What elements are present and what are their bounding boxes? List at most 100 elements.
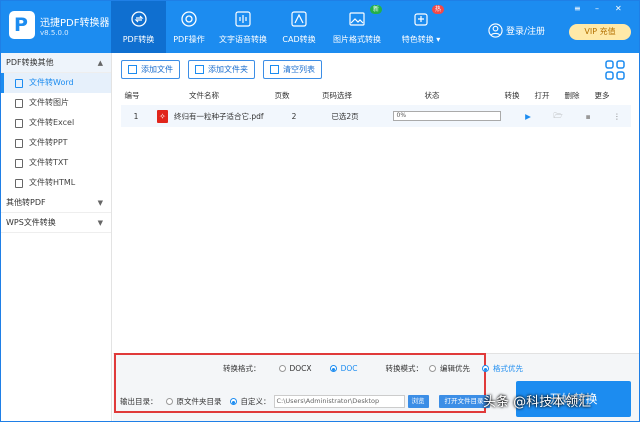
nav-label: CAD转换 [282, 35, 316, 44]
output-path-input[interactable]: C:\Users\Administrator\Desktop [273, 395, 405, 408]
sidebar: PDF转换其他 ▲ 文件转Word 文件转图片 文件转Excel 文件转PPT … [1, 53, 112, 421]
table-row[interactable]: 1 ✧ 终归有一粒种子适合它.pdf 2 已选2页 0% ▶ 🗁 ▪ ⋮ [121, 105, 631, 127]
sidebar-section-pdf[interactable]: PDF转换其他 ▲ [1, 53, 111, 73]
sidebar-section-wps[interactable]: WPS文件转换 ▼ [1, 213, 111, 233]
cad-icon [291, 11, 307, 27]
plus-icon [128, 65, 137, 74]
file-icon [15, 178, 23, 188]
file-name: 终归有一粒种子适合它.pdf [174, 111, 264, 121]
sidebar-section-label: PDF转换其他 [6, 58, 54, 67]
table-header: 编号 文件名称 页数 页码选择 状态 转换 打开 删除 更多 [113, 90, 639, 103]
sidebar-item-excel[interactable]: 文件转Excel [1, 113, 111, 133]
main-nav: PDF转换 PDF操作 文字语音转换 CAD转换 图片格式转换 新 特色转换 ▾… [111, 1, 452, 53]
pdf-file-icon: ✧ [157, 109, 168, 123]
col-header: 页码选择 [322, 91, 352, 100]
source-folder-label[interactable]: 原文件夹目录 [177, 396, 222, 407]
app-logo: P [9, 11, 35, 39]
sidebar-section-label: WPS文件转换 [6, 218, 56, 227]
folder-icon[interactable]: 🗁 [543, 110, 573, 123]
browse-button[interactable]: 浏览 [407, 395, 429, 408]
file-icon [15, 118, 23, 128]
sidebar-item-txt[interactable]: 文件转TXT [1, 153, 111, 173]
grid-view-icon[interactable] [604, 59, 626, 81]
more-icon[interactable]: ⋮ [603, 112, 631, 121]
mode-label: 转换模式： [385, 364, 423, 373]
close-icon[interactable]: ✕ [615, 4, 622, 13]
chevron-down-icon: ▼ [97, 199, 103, 207]
format-label: 转换格式： [223, 364, 261, 373]
add-folder-label: 添加文件夹 [208, 65, 248, 74]
sidebar-item-word[interactable]: 文件转Word [1, 73, 111, 93]
col-header: 更多 [594, 91, 610, 100]
file-icon [15, 78, 23, 88]
delete-icon[interactable]: ▪ [573, 112, 603, 121]
sidebar-item-image[interactable]: 文件转图片 [1, 93, 111, 113]
sidebar-item-label: 文件转PPT [29, 138, 68, 147]
docx-label[interactable]: DOCX [290, 364, 312, 373]
sidebar-item-label: 文件转Word [29, 78, 74, 87]
radio-doc[interactable] [329, 365, 337, 372]
nav-tab-pdf-operate[interactable]: PDF操作 [166, 1, 212, 53]
minimize-icon[interactable]: – [595, 4, 599, 13]
nav-label: PDF操作 [173, 35, 205, 44]
chevron-up-icon: ▲ [97, 59, 103, 67]
sidebar-section-label: 其他转PDF [6, 198, 46, 207]
doc-label[interactable]: DOC [341, 364, 358, 373]
add-folder-button[interactable]: 添加文件夹 [188, 60, 255, 79]
pdf-convert-icon [130, 11, 147, 27]
app-title: 迅捷PDF转换器 [40, 18, 110, 29]
custom-label[interactable]: 自定义： [241, 396, 271, 407]
open-dir-button[interactable]: 打开文件目录 [438, 395, 490, 408]
login-label: 登录/注册 [506, 27, 546, 37]
page-count: 2 [291, 111, 297, 121]
sidebar-item-label: 文件转HTML [29, 178, 76, 187]
user-icon [488, 23, 503, 38]
play-icon[interactable]: ▶ [513, 112, 543, 121]
col-header: 页数 [274, 91, 290, 100]
radio-docx[interactable] [278, 365, 286, 372]
main-panel: 添加文件 添加文件夹 清空列表 编号 文件名称 页数 页码选择 状态 转换 打开… [113, 53, 639, 421]
file-icon [15, 138, 23, 148]
hot-badge: 热 [431, 5, 444, 14]
trash-icon [270, 65, 279, 74]
format-first-label[interactable]: 格式优先 [493, 363, 523, 374]
sidebar-item-label: 文件转图片 [29, 98, 69, 107]
nav-tab-image[interactable]: 图片格式转换 新 [324, 1, 390, 53]
nav-tab-voice[interactable]: 文字语音转换 [212, 1, 274, 53]
nav-tab-pdf-convert[interactable]: PDF转换 [111, 1, 166, 53]
chevron-down-icon: ▼ [97, 219, 103, 227]
menu-icon[interactable]: ≡ [574, 4, 581, 13]
nav-label: PDF转换 [122, 35, 155, 44]
image-icon [349, 12, 365, 26]
vip-button[interactable]: VIP 充值 [569, 24, 631, 40]
clear-list-button[interactable]: 清空列表 [263, 60, 322, 79]
sidebar-item-ppt[interactable]: 文件转PPT [1, 133, 111, 153]
nav-tab-cad[interactable]: CAD转换 [274, 1, 324, 53]
login-button[interactable]: 登录/注册 [488, 23, 545, 38]
sidebar-item-html[interactable]: 文件转HTML [1, 173, 111, 193]
add-file-button[interactable]: 添加文件 [121, 60, 180, 79]
col-header: 状态 [424, 91, 440, 100]
col-header: 编号 [124, 91, 140, 100]
file-icon [15, 98, 23, 108]
radio-source-folder[interactable] [165, 398, 173, 405]
toolbar: 添加文件 添加文件夹 清空列表 [121, 60, 330, 79]
radio-format-first[interactable] [481, 365, 489, 372]
output-label: 输出目录： [120, 397, 158, 406]
sidebar-section-other[interactable]: 其他转PDF ▼ [1, 193, 111, 213]
nav-label: 特色转换 ▾ [401, 35, 441, 44]
radio-custom[interactable] [229, 398, 237, 405]
file-icon [15, 158, 23, 168]
clear-list-label: 清空列表 [283, 65, 315, 74]
plus-icon [195, 65, 204, 74]
pdf-operate-icon [181, 11, 197, 27]
edit-first-label[interactable]: 编辑优先 [440, 363, 470, 374]
format-options: 转换格式： DOCX DOC 转换模式： 编辑优先 格式优先 [223, 363, 523, 374]
row-number: 1 [133, 111, 139, 121]
page-select[interactable]: 已选2页 [310, 111, 380, 122]
radio-edit-first[interactable] [428, 365, 436, 372]
nav-tab-special[interactable]: 特色转换 ▾ 热 [390, 1, 452, 53]
nav-label: 图片格式转换 [333, 35, 381, 44]
sidebar-item-label: 文件转Excel [29, 118, 75, 127]
output-options: 输出目录： 原文件夹目录 自定义： C:\Users\Administrator… [120, 395, 490, 408]
